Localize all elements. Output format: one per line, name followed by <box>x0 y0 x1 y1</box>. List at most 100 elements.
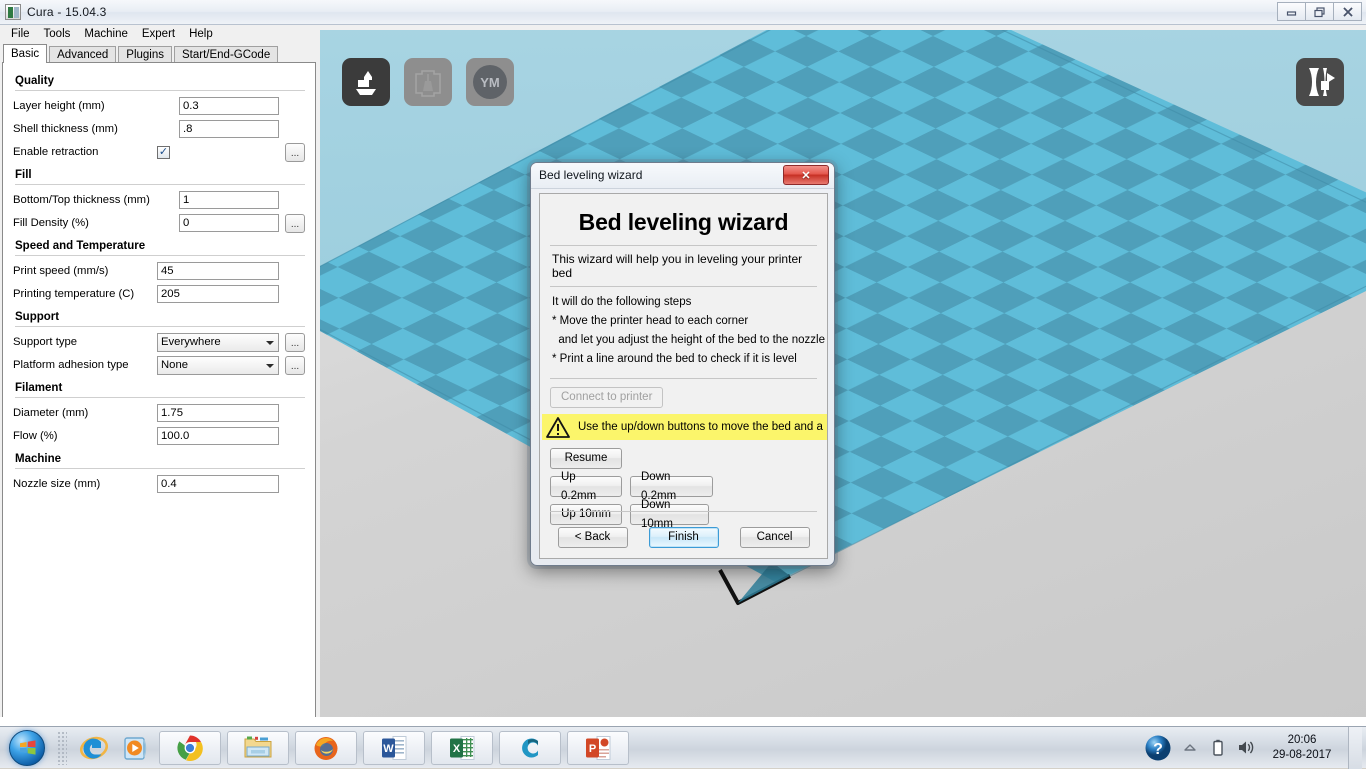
setting-more-button[interactable]: ... <box>285 214 305 233</box>
down-large-button[interactable]: Down 10mm <box>630 504 709 525</box>
cura-icon[interactable] <box>499 731 561 765</box>
volume-icon[interactable] <box>1236 738 1256 758</box>
setting-dropdown[interactable]: Everywhere <box>157 333 279 352</box>
menu-expert[interactable]: Expert <box>135 26 182 43</box>
taskbar-clock[interactable]: 20:06 29-08-2017 <box>1264 733 1340 763</box>
tab-plugins[interactable]: Plugins <box>118 46 172 63</box>
tab-basic[interactable]: Basic <box>3 44 47 63</box>
back-button[interactable]: < Back <box>558 527 628 548</box>
wizard-heading: Bed leveling wizard <box>550 209 817 236</box>
warning-triangle-icon <box>546 417 570 438</box>
menu-file[interactable]: File <box>4 26 37 43</box>
ms-word-icon[interactable]: W <box>363 731 425 765</box>
mozilla-firefox-icon[interactable] <box>295 731 357 765</box>
connect-to-printer-button[interactable]: Connect to printer <box>550 387 663 408</box>
setting-dropdown-value: None <box>161 359 188 371</box>
menu-machine[interactable]: Machine <box>77 26 134 43</box>
close-button[interactable] <box>1333 2 1362 21</box>
down-small-button[interactable]: Down 0.2mm <box>630 476 713 497</box>
step-line-0: It will do the following steps <box>552 293 817 312</box>
setting-control: 1.75 <box>157 404 305 422</box>
tab-start-end-gcode[interactable]: Start/End-GCode <box>174 46 278 63</box>
setting-label: Fill Density (%) <box>13 217 89 229</box>
move-large-row: Up 10mm Down 10mm <box>550 504 817 525</box>
setting-label: Shell thickness (mm) <box>13 123 118 135</box>
setting-label: Enable retraction <box>13 146 98 158</box>
windows-explorer-icon[interactable] <box>227 731 289 765</box>
setting-input[interactable]: 100.0 <box>157 427 279 445</box>
setting-input[interactable]: 0.3 <box>179 97 279 115</box>
setting-row: Diameter (mm)1.75 <box>13 402 305 424</box>
setting-input[interactable]: 1 <box>179 191 279 209</box>
setting-more-button[interactable]: ... <box>285 333 305 352</box>
minimize-button[interactable] <box>1277 2 1306 21</box>
view-rotate-icon[interactable] <box>1296 58 1344 106</box>
build-volume <box>320 30 1366 726</box>
svg-text:W: W <box>383 743 394 755</box>
up-small-button[interactable]: Up 0.2mm <box>550 476 622 497</box>
divider-footer <box>550 511 817 512</box>
show-desktop-button[interactable] <box>1348 727 1362 769</box>
show-hidden-icons-icon[interactable] <box>1180 738 1200 758</box>
setting-row: Bottom/Top thickness (mm)1 <box>13 189 305 211</box>
step-line-2: and let you adjust the height of the bed… <box>552 331 817 350</box>
setting-label: Platform adhesion type <box>13 359 129 371</box>
setting-input[interactable]: 45 <box>157 262 279 280</box>
setting-more-button[interactable]: ... <box>285 356 305 375</box>
settings-group-divider <box>15 184 305 185</box>
setting-control: 100.0 <box>157 427 305 445</box>
clock-date: 29-08-2017 <box>1270 748 1334 763</box>
setting-input[interactable]: .8 <box>179 120 279 138</box>
warning-text: Use the up/down buttons to move the bed … <box>578 421 823 433</box>
setting-input[interactable]: 0.4 <box>157 475 279 493</box>
windows-start-orb[interactable] <box>0 728 54 768</box>
load-model-icon[interactable] <box>342 58 390 106</box>
bed-leveling-wizard-dialog[interactable]: Bed leveling wizard ✕ Bed leveling wizar… <box>530 162 835 566</box>
setting-dropdown[interactable]: None <box>157 356 279 375</box>
move-small-row: Up 0.2mm Down 0.2mm <box>550 476 817 497</box>
setting-control: 0... <box>179 214 305 233</box>
menu-help[interactable]: Help <box>182 26 220 43</box>
internet-explorer-icon[interactable] <box>74 730 114 766</box>
setting-checkbox-wrap: ✓ <box>157 146 279 159</box>
setting-input[interactable]: 0 <box>179 214 279 232</box>
viewport-toolbar: YM <box>342 58 514 106</box>
dialog-titlebar[interactable]: Bed leveling wizard ✕ <box>531 163 834 189</box>
setting-input[interactable]: 205 <box>157 285 279 303</box>
setting-row: Support typeEverywhere... <box>13 331 305 353</box>
battery-icon[interactable] <box>1208 738 1228 758</box>
resume-button[interactable]: Resume <box>550 448 622 469</box>
setting-more-button[interactable]: ... <box>285 143 305 162</box>
system-tray: ? 20:06 29-08-2017 <box>1144 727 1366 769</box>
youmagine-icon[interactable]: YM <box>466 58 514 106</box>
clock-time: 20:06 <box>1270 733 1334 748</box>
window-titlebar: Cura - 15.04.3 <box>0 0 1366 25</box>
cancel-button[interactable]: Cancel <box>740 527 810 548</box>
windows-media-player-icon[interactable] <box>116 730 156 766</box>
cura-main-window: Cura - 15.04.3 File Tools Machine <box>0 0 1366 726</box>
setting-checkbox[interactable]: ✓ <box>157 146 170 159</box>
up-large-button[interactable]: Up 10mm <box>550 504 622 525</box>
restore-button[interactable] <box>1305 2 1334 21</box>
menu-tools[interactable]: Tools <box>37 26 78 43</box>
setting-label: Print speed (mm/s) <box>13 265 108 277</box>
settings-panel-body: QualityLayer height (mm)0.3Shell thickne… <box>2 62 316 722</box>
chevron-down-icon <box>266 341 274 345</box>
dialog-footer: < Back Finish Cancel <box>550 527 817 548</box>
setting-row: Nozzle size (mm)0.4 <box>13 473 305 495</box>
settings-group-divider <box>15 397 305 398</box>
divider-sub <box>550 286 817 287</box>
settings-panel: Basic Advanced Plugins Start/End-GCode Q… <box>0 44 320 726</box>
setting-control: .8 <box>179 120 305 138</box>
ms-powerpoint-icon[interactable]: P <box>567 731 629 765</box>
finish-button[interactable]: Finish <box>649 527 719 548</box>
google-chrome-icon[interactable] <box>159 731 221 765</box>
ms-excel-icon[interactable]: X <box>431 731 493 765</box>
toolpath-view-icon[interactable] <box>404 58 452 106</box>
dialog-close-button[interactable]: ✕ <box>783 165 829 185</box>
3d-viewport[interactable]: YM Bed leveling wizard ✕ Bed leveling wi… <box>320 30 1366 726</box>
help-icon[interactable]: ? <box>1144 734 1172 762</box>
tab-advanced[interactable]: Advanced <box>49 46 116 63</box>
setting-input[interactable]: 1.75 <box>157 404 279 422</box>
taskbar-grip[interactable] <box>57 731 67 765</box>
